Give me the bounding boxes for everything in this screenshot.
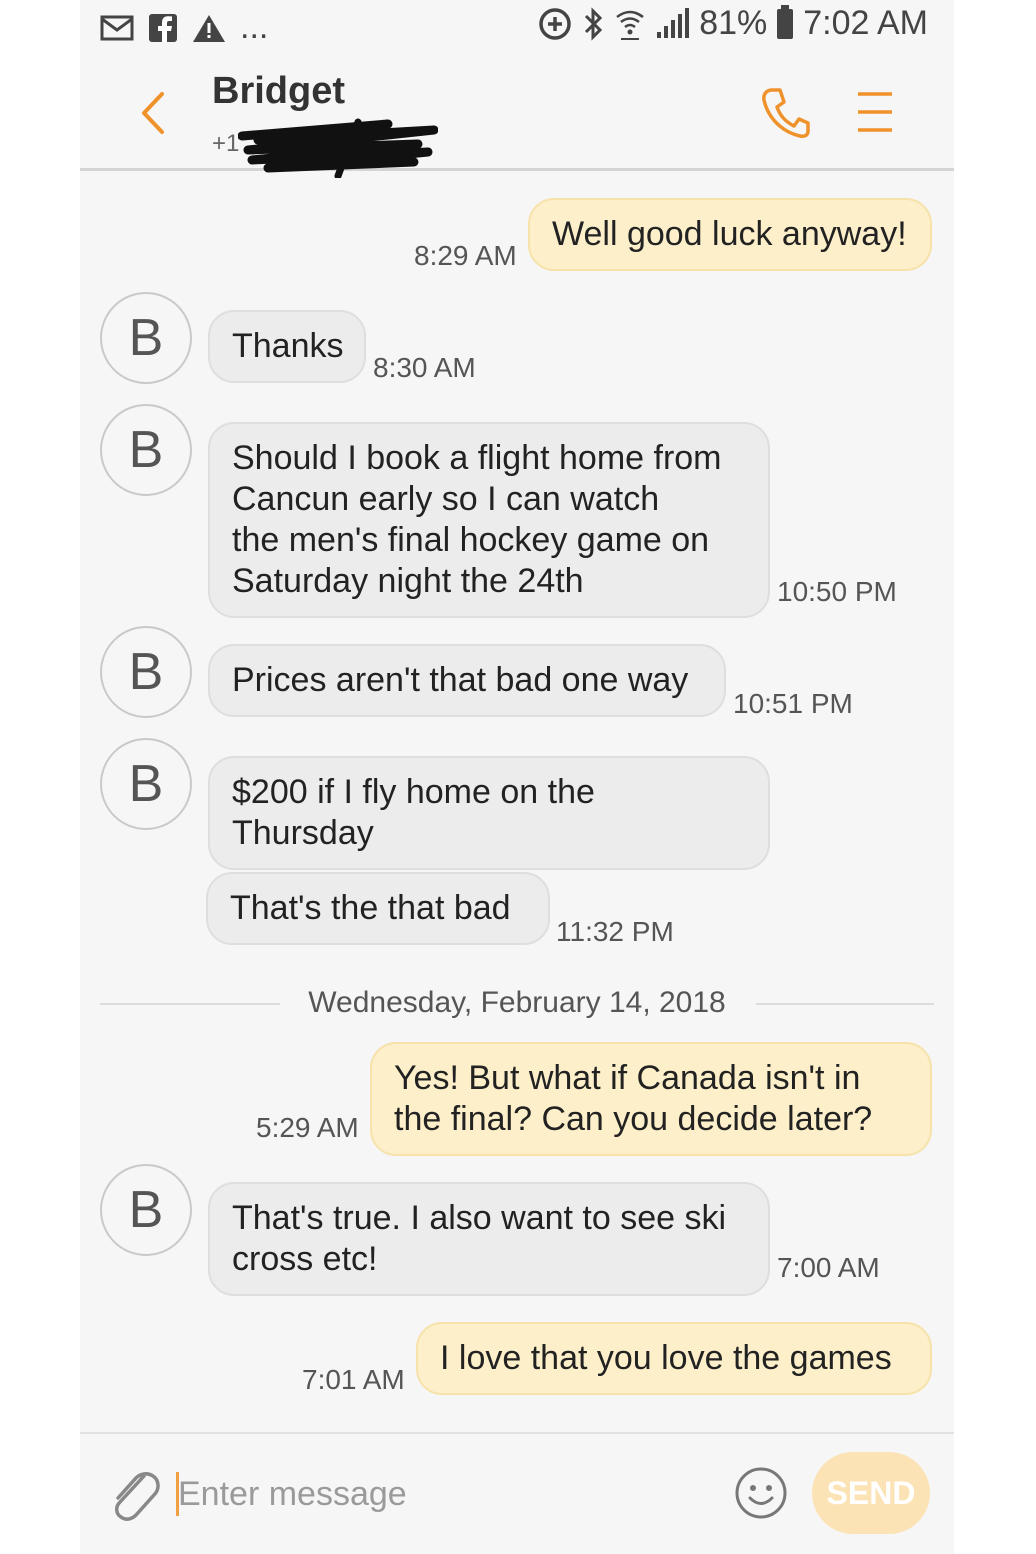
message-time: 7:01 AM xyxy=(302,1364,405,1395)
message-line: $200 if I fly home on the xyxy=(232,773,595,811)
bluetooth-icon xyxy=(585,6,603,41)
received-message[interactable]: Prices aren't that bad one way xyxy=(208,644,726,717)
message-time: 8:29 AM xyxy=(414,240,517,271)
contact-name: Bridget xyxy=(212,70,345,112)
message-line: cross etc! xyxy=(232,1240,378,1278)
message-time: 11:32 PM xyxy=(556,916,674,947)
message-time: 10:51 PM xyxy=(733,688,853,719)
battery-percent: 81% xyxy=(699,4,768,42)
notification-icons: ... xyxy=(100,8,268,47)
facebook-icon xyxy=(149,13,177,42)
more-notifications: ... xyxy=(240,8,269,46)
phone-icon[interactable] xyxy=(760,86,810,140)
wifi-icon xyxy=(616,10,644,40)
warning-icon xyxy=(193,14,225,42)
received-message[interactable]: That's true. I also want to see ski cros… xyxy=(208,1182,770,1296)
message-line: Yes! But what if Canada isn't in xyxy=(394,1059,861,1097)
message-line: Saturday night the 24th xyxy=(232,562,584,600)
message-line: That's true. I also want to see ski xyxy=(232,1199,727,1237)
message-line: Should I book a flight home from xyxy=(232,439,722,477)
system-icons: 81% 7:02 AM xyxy=(537,4,928,43)
message-time: 7:00 AM xyxy=(777,1252,880,1283)
message-line: the final? Can you decide later? xyxy=(394,1100,873,1138)
emoji-icon[interactable] xyxy=(734,1466,788,1520)
paperclip-icon[interactable] xyxy=(106,1464,162,1524)
conversation-header: Bridget +1 xyxy=(80,52,954,178)
back-icon[interactable] xyxy=(132,88,172,138)
contact-avatar[interactable]: B xyxy=(100,292,192,384)
received-message[interactable]: $200 if I fly home on the Thursday xyxy=(208,756,770,870)
status-bar: ... 81% 7:02 AM xyxy=(80,0,954,52)
date-separator: Wednesday, February 14, 2018 xyxy=(100,982,934,1026)
message-line: Thursday xyxy=(232,814,374,852)
received-message[interactable]: Thanks xyxy=(208,310,366,383)
messaging-screen: ... 81% 7:02 AM Bridget +1 8:29 AM Well … xyxy=(80,0,954,1554)
received-message[interactable]: That's the that bad xyxy=(206,872,550,945)
composer-bar: SEND xyxy=(80,1432,954,1554)
clock: 7:02 AM xyxy=(803,4,928,42)
contact-avatar[interactable]: B xyxy=(100,738,192,830)
signal-icon xyxy=(657,7,690,38)
data-saver-icon xyxy=(539,7,571,40)
sent-message[interactable]: I love that you love the games xyxy=(416,1322,932,1395)
sent-message[interactable]: Yes! But what if Canada isn't in the fin… xyxy=(370,1042,932,1156)
redaction-scribble xyxy=(238,118,438,178)
contact-avatar[interactable]: B xyxy=(100,1164,192,1256)
message-line: Cancun early so I can watch xyxy=(232,480,660,518)
received-message[interactable]: Should I book a flight home from Cancun … xyxy=(208,422,770,618)
message-time: 8:30 AM xyxy=(373,352,476,383)
message-input[interactable] xyxy=(176,1464,700,1524)
message-time: 5:29 AM xyxy=(256,1112,359,1143)
mail-icon xyxy=(100,15,134,40)
contact-avatar[interactable]: B xyxy=(100,404,192,496)
contact-avatar[interactable]: B xyxy=(100,626,192,718)
message-line: the men's final hockey game on xyxy=(232,521,710,559)
text-cursor xyxy=(176,1472,179,1516)
battery-icon xyxy=(777,4,794,39)
date-label: Wednesday, February 14, 2018 xyxy=(100,986,934,1020)
send-button[interactable]: SEND xyxy=(812,1452,930,1534)
message-time: 10:50 PM xyxy=(777,576,897,607)
contact-number: +1 xyxy=(212,130,240,157)
menu-icon[interactable] xyxy=(856,90,894,134)
sent-message[interactable]: Well good luck anyway! xyxy=(528,198,932,271)
